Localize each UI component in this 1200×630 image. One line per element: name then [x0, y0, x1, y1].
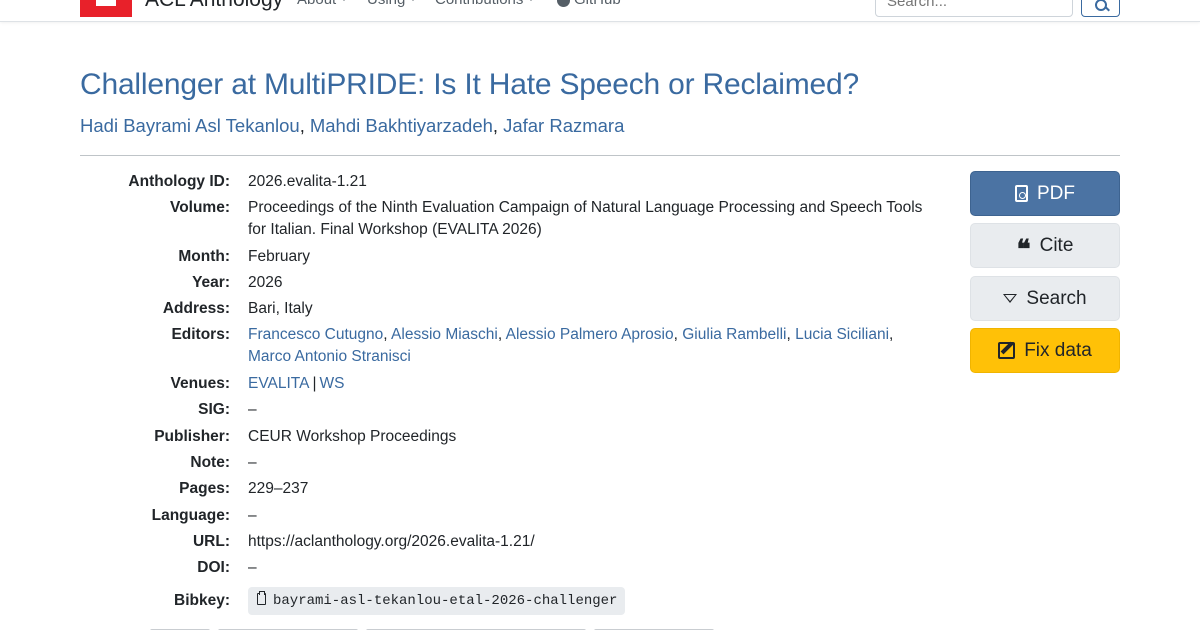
editor-link[interactable]: Marco Antonio Stranisci: [248, 348, 411, 365]
detail-label: Anthology ID:: [128, 173, 230, 190]
nav-contributions[interactable]: Contributions: [435, 0, 536, 8]
search-button-label: Search: [1026, 287, 1087, 309]
editor-link[interactable]: Alessio Miaschi: [391, 326, 498, 343]
top-navbar: ACL Anthology About Using Contributions …: [0, 0, 1200, 22]
editor-link[interactable]: Francesco Cutugno: [248, 326, 383, 343]
detail-value: Bari, Italy: [248, 300, 313, 317]
detail-label: Pages:: [179, 480, 230, 497]
fix-data-button-label: Fix data: [1024, 339, 1092, 361]
search-input[interactable]: [875, 0, 1073, 17]
detail-label: Volume:: [170, 199, 230, 216]
editor-link[interactable]: Giulia Rambelli: [682, 326, 786, 343]
gem-icon: [1003, 294, 1018, 303]
cite-button-label: Cite: [1039, 234, 1074, 256]
detail-label: Language:: [151, 507, 230, 524]
github-icon: [557, 0, 570, 7]
editor-link[interactable]: Alessio Palmero Aprosio: [506, 326, 674, 343]
edit-icon: [998, 342, 1016, 359]
detail-value: CEUR Workshop Proceedings: [248, 428, 457, 445]
detail-label: DOI:: [197, 559, 230, 576]
volume-line-2: for Italian. Final Workshop (EVALITA 202…: [248, 221, 542, 238]
detail-value: –: [248, 401, 257, 418]
nav-contributions-label: Contributions: [435, 0, 523, 8]
brand-name[interactable]: ACL Anthology: [145, 0, 283, 12]
detail-label: Note:: [190, 454, 230, 471]
nav-github[interactable]: GitHub: [557, 0, 621, 8]
author-list: Hadi Bayrami Asl Tekanlou, Mahdi Bakhtiya…: [80, 115, 624, 137]
detail-label: Venues:: [170, 375, 230, 392]
editor-link[interactable]: Lucia Siciliani: [795, 326, 889, 343]
chevron-down-icon: [340, 0, 349, 1]
detail-value: –: [248, 507, 257, 524]
chevron-down-icon: [527, 0, 536, 1]
editor-list: Francesco Cutugno, Alessio Miaschi, Ales…: [248, 326, 894, 365]
acl-logo-icon[interactable]: [80, 0, 132, 17]
detail-label: URL:: [192, 533, 230, 550]
detail-label: Year:: [192, 274, 230, 291]
paper-title[interactable]: Challenger at MultiPRIDE: Is It Hate Spe…: [80, 68, 859, 102]
detail-label: SIG:: [198, 401, 230, 418]
detail-value: 2026: [248, 274, 283, 291]
nav-using-label: Using: [367, 0, 405, 8]
detail-value: 229–237: [248, 480, 309, 497]
quote-icon: ❝: [1016, 234, 1031, 265]
detail-value: 2026.evalita-1.21: [248, 173, 367, 190]
detail-value: –: [248, 454, 257, 471]
volume-link[interactable]: Proceedings of the Ninth Evaluation Camp…: [248, 197, 948, 241]
author-link[interactable]: Mahdi Bakhtiyarzadeh: [310, 115, 493, 136]
chevron-down-icon: [409, 0, 418, 1]
detail-value: –: [248, 559, 257, 576]
cite-button[interactable]: ❝ Cite: [970, 223, 1120, 268]
search-paper-button[interactable]: Search: [970, 276, 1120, 321]
nav-about[interactable]: About: [297, 0, 349, 8]
nav-github-label: GitHub: [574, 0, 621, 8]
author-link[interactable]: Jafar Razmara: [503, 115, 624, 136]
paper-url-link[interactable]: https://aclanthology.org/2026.evalita-1.…: [248, 531, 948, 553]
detail-label: Bibkey:: [174, 592, 230, 609]
volume-line-1: Proceedings of the Ninth Evaluation Camp…: [248, 199, 923, 216]
venue-link[interactable]: WS: [319, 375, 344, 392]
author-separator: ,: [492, 115, 499, 136]
bibkey-copy-button[interactable]: bayrami-asl-tekanlou-etal-2026-challenge…: [248, 587, 626, 615]
bibkey-wrapper: bayrami-asl-tekanlou-etal-2026-challenge…: [248, 587, 948, 615]
divider: [80, 155, 1120, 156]
pdf-button-label: PDF: [1037, 182, 1075, 204]
next-row-cutoff: [150, 622, 800, 630]
author-link[interactable]: Hadi Bayrami Asl Tekanlou: [80, 115, 300, 136]
nav-using[interactable]: Using: [367, 0, 418, 8]
bibkey-value: bayrami-asl-tekanlou-etal-2026-challenge…: [273, 593, 618, 609]
detail-label: Address:: [162, 300, 230, 317]
detail-label: Month:: [178, 248, 230, 265]
detail-label: Editors:: [171, 326, 230, 343]
clipboard-icon: [257, 591, 266, 605]
search-submit-button[interactable]: [1081, 0, 1120, 17]
venue-list: EVALITA | WS: [248, 373, 948, 395]
pdf-button[interactable]: PDF: [970, 171, 1120, 216]
author-separator: ,: [299, 115, 305, 136]
detail-label: Publisher:: [154, 428, 230, 445]
file-pdf-icon: [1015, 185, 1028, 202]
detail-value: February: [248, 248, 311, 265]
nav-about-label: About: [297, 0, 336, 8]
venue-separator: |: [312, 375, 317, 392]
fix-data-button[interactable]: Fix data: [970, 328, 1120, 373]
venue-link[interactable]: EVALITA: [248, 375, 309, 392]
